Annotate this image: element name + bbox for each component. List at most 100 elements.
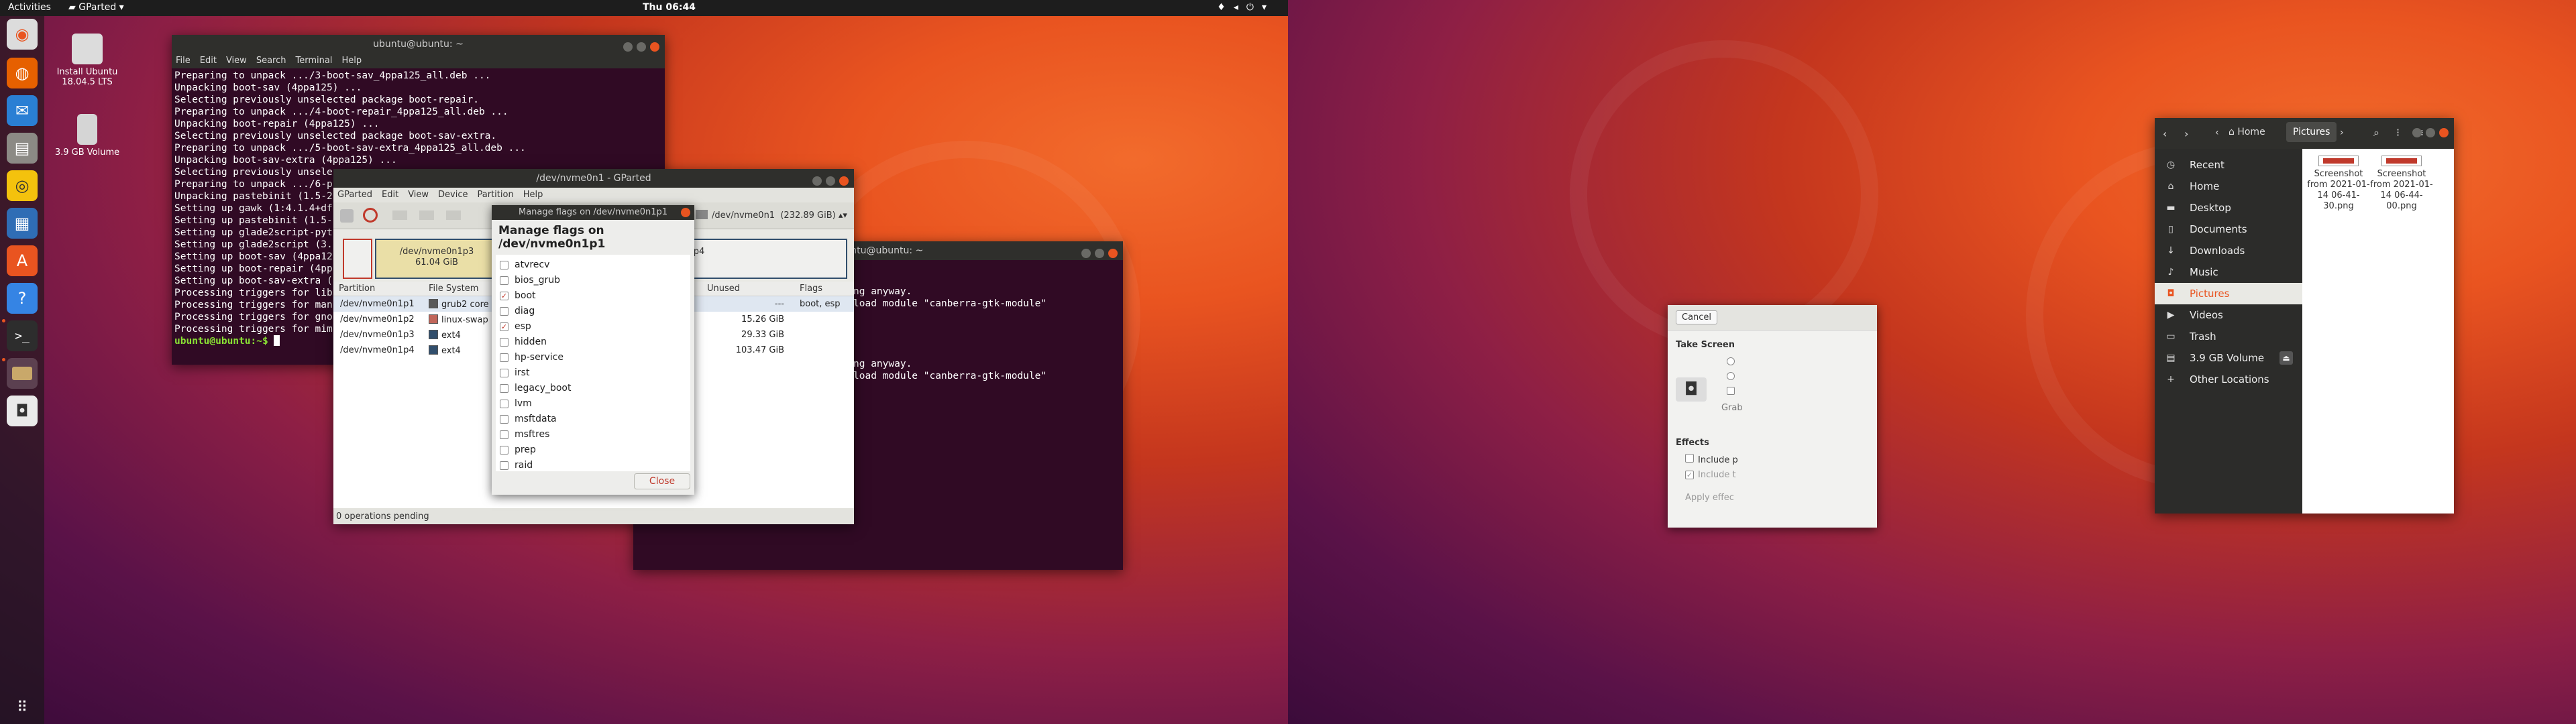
screenshot-icon[interactable]: ◘: [7, 396, 38, 426]
flag-checkbox[interactable]: [500, 415, 508, 424]
menu-item-device[interactable]: Device: [438, 190, 468, 200]
delete-icon[interactable]: [363, 208, 378, 223]
flag-checkbox[interactable]: [500, 400, 508, 408]
sidebar-item-pictures[interactable]: ◘ Pictures: [2155, 283, 2302, 304]
close-dialog-button[interactable]: Close: [634, 473, 690, 489]
maximize-button[interactable]: [826, 176, 835, 186]
sidebar-item-documents[interactable]: ▯ Documents: [2155, 219, 2302, 240]
cancel-button[interactable]: Cancel: [1676, 310, 1718, 324]
desktop-install-icon[interactable]: Install Ubuntu 18.04.5 LTS: [54, 34, 121, 87]
sidebar-item-3-9-gb-volume[interactable]: ▤ 3.9 GB Volume ⏏: [2155, 347, 2302, 369]
menu-item-edit[interactable]: Edit: [382, 190, 398, 200]
flag-row-raid[interactable]: raid: [496, 458, 690, 473]
flag-row-msftdata[interactable]: msftdata: [496, 412, 690, 427]
sidebar-item-videos[interactable]: ▶ Videos: [2155, 304, 2302, 326]
close-button[interactable]: [2439, 128, 2449, 137]
menu-item-edit[interactable]: Edit: [200, 56, 217, 66]
flag-row-irst[interactable]: irst: [496, 365, 690, 381]
sidebar-item-desktop[interactable]: ▬ Desktop: [2155, 197, 2302, 219]
minimize-button[interactable]: [812, 176, 822, 186]
flag-row-msftres[interactable]: msftres: [496, 427, 690, 442]
search-icon[interactable]: ⌕: [2373, 126, 2379, 139]
menu-item-file[interactable]: File: [176, 56, 191, 66]
flag-row-hp-service[interactable]: hp-service: [496, 350, 690, 365]
window-titlebar[interactable]: /dev/nvme0n1 - GParted: [333, 169, 854, 188]
column-header-flags[interactable]: Flags: [800, 284, 822, 294]
paste-icon[interactable]: [446, 210, 461, 220]
column-header-partition[interactable]: Partition: [339, 284, 375, 294]
grab-option-radio[interactable]: [1727, 372, 1735, 380]
flag-row-boot[interactable]: ✓ boot: [496, 288, 690, 304]
menu-item-terminal[interactable]: Terminal: [295, 56, 332, 66]
gparted-icon[interactable]: [7, 358, 38, 389]
close-button[interactable]: [650, 42, 659, 52]
close-button[interactable]: [1108, 249, 1118, 258]
flag-checkbox[interactable]: [500, 384, 508, 393]
eject-icon[interactable]: ⏏: [2279, 351, 2293, 365]
flag-row-prep[interactable]: prep: [496, 442, 690, 458]
firefox-icon[interactable]: ◍: [7, 58, 38, 88]
menu-item-search[interactable]: Search: [256, 56, 286, 66]
flag-checkbox[interactable]: [500, 261, 508, 269]
flag-checkbox[interactable]: ✓: [500, 322, 508, 331]
grab-option-checkbox[interactable]: [1727, 387, 1735, 395]
terminal-icon[interactable]: >_: [7, 320, 38, 351]
new-partition-icon[interactable]: [340, 209, 354, 223]
flag-row-hidden[interactable]: hidden: [496, 335, 690, 350]
flag-checkbox[interactable]: [500, 461, 508, 470]
column-header-unused[interactable]: Unused: [707, 284, 740, 294]
menu-item-gparted[interactable]: GParted: [337, 190, 372, 200]
flag-checkbox[interactable]: [500, 338, 508, 347]
writer-icon[interactable]: ▦: [7, 208, 38, 239]
flag-row-legacy_boot[interactable]: legacy_boot: [496, 381, 690, 396]
app-menu[interactable]: ▰ GParted ▾: [68, 2, 124, 13]
column-header-filesystem[interactable]: File System: [429, 284, 478, 294]
device-selector[interactable]: /dev/nvme0n1 (232.89 GiB) ▴▾: [696, 208, 850, 224]
path-left-icon[interactable]: ‹: [2215, 127, 2219, 138]
software-icon[interactable]: A: [7, 245, 38, 276]
files-icon[interactable]: ▤: [7, 133, 38, 164]
ubuntu-installer-icon[interactable]: ◉: [7, 19, 38, 50]
forward-icon[interactable]: ›: [2184, 127, 2188, 140]
screenshot-dialog[interactable]: Cancel Take Screen ◘ Grab Effects Includ…: [1668, 305, 1877, 528]
flag-row-diag[interactable]: diag: [496, 304, 690, 319]
desktop-volume-icon[interactable]: 3.9 GB Volume: [54, 114, 121, 158]
sidebar-item-other-locations[interactable]: + Other Locations: [2155, 369, 2302, 390]
include-border-option[interactable]: ✓ Include t: [1685, 470, 1736, 480]
path-home[interactable]: ⌂ Home: [2229, 127, 2265, 137]
dialog-titlebar[interactable]: Manage flags on /dev/nvme0n1p1: [492, 205, 694, 220]
flag-checkbox[interactable]: [500, 353, 508, 362]
back-icon[interactable]: ‹: [2163, 127, 2167, 140]
window-titlebar[interactable]: ubuntu@ubuntu: ~: [172, 35, 665, 54]
partition-block-p1[interactable]: [343, 239, 372, 279]
minimize-button[interactable]: [2412, 128, 2422, 137]
close-button[interactable]: [681, 208, 690, 217]
flag-checkbox[interactable]: [500, 276, 508, 285]
menu-item-partition[interactable]: Partition: [478, 190, 514, 200]
sidebar-item-trash[interactable]: ▭ Trash: [2155, 326, 2302, 347]
flag-row-lvm[interactable]: lvm: [496, 396, 690, 412]
flag-checkbox[interactable]: ✓: [500, 292, 508, 300]
minimize-button[interactable]: [1081, 249, 1091, 258]
flag-checkbox[interactable]: [500, 446, 508, 455]
files-window[interactable]: ‹ › ‹ ⌂ Home Pictures › ⌕ ⁝ ≡ ◷Recent⌂Ho…: [2155, 118, 2454, 514]
apps-grid-icon[interactable]: ⠿: [7, 692, 38, 723]
include-pointer-option[interactable]: Include p: [1685, 454, 1738, 465]
menu-item-view[interactable]: View: [408, 190, 429, 200]
maximize-button[interactable]: [2426, 128, 2435, 137]
sidebar-item-downloads[interactable]: ↓ Downloads: [2155, 240, 2302, 261]
grab-option-radio[interactable]: [1727, 357, 1735, 365]
activities-button[interactable]: Activities: [8, 2, 51, 13]
thunderbird-icon[interactable]: ✉: [7, 95, 38, 126]
resize-icon[interactable]: [392, 210, 407, 220]
path-current[interactable]: Pictures: [2286, 122, 2337, 142]
close-button[interactable]: [839, 176, 849, 186]
flag-row-esp[interactable]: ✓ esp: [496, 319, 690, 335]
maximize-button[interactable]: [637, 42, 646, 52]
view-options-icon[interactable]: ⁝: [2396, 126, 2400, 139]
flag-checkbox[interactable]: [500, 369, 508, 377]
minimize-button[interactable]: [623, 42, 633, 52]
help-icon[interactable]: ?: [7, 283, 38, 314]
flag-row-atvrecv[interactable]: atvrecv: [496, 257, 690, 273]
path-right-icon[interactable]: ›: [2340, 127, 2344, 138]
